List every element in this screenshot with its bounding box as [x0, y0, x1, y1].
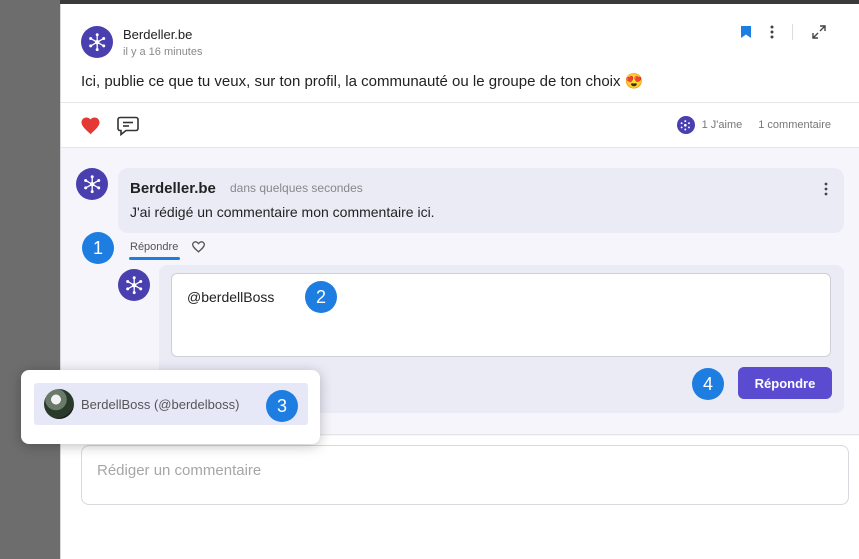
comment-icon[interactable] — [117, 116, 139, 141]
more-options-icon[interactable] — [762, 22, 782, 42]
post-header: Berdeller.be il y a 16 minutes — [81, 26, 202, 58]
commenter-avatar[interactable] — [76, 168, 108, 200]
comment-more-icon[interactable] — [824, 182, 828, 201]
reply-input[interactable]: @berdellBoss — [171, 273, 831, 357]
comment-like-heart-icon[interactable] — [191, 240, 206, 258]
overlay-backdrop[interactable] — [0, 0, 60, 559]
expand-icon[interactable] — [809, 22, 829, 42]
comment-author[interactable]: Berdeller.be — [130, 180, 216, 197]
step-badge-2: 2 — [305, 281, 337, 313]
network-logo-icon — [88, 33, 106, 51]
post-header-actions — [736, 22, 829, 42]
liker-avatar — [676, 116, 695, 134]
network-logo-icon — [125, 276, 143, 294]
comment-text: J'ai rédigé un commentaire mon commentai… — [130, 204, 435, 220]
like-heart-icon[interactable] — [81, 117, 101, 140]
post-timestamp: il y a 16 minutes — [123, 45, 203, 58]
comment-timestamp: dans quelques secondes — [230, 181, 363, 195]
comment-bubble: Berdeller.be dans quelques secondes J'ai… — [118, 168, 844, 233]
reply-input-value: @berdellBoss — [187, 289, 275, 305]
reaction-stats: 1 J'aime 1 commentaire — [676, 116, 831, 134]
header-separator — [792, 24, 793, 40]
reply-link[interactable]: Répondre — [130, 241, 178, 253]
network-logo-icon — [680, 119, 691, 131]
post-modal: Berdeller.be il y a 16 minutes Ici, publ… — [60, 4, 859, 559]
divider — [61, 102, 859, 103]
reply-author-avatar — [118, 269, 150, 301]
network-logo-icon — [83, 175, 101, 193]
mention-user-avatar — [44, 389, 74, 419]
mention-user-label: BerdellBoss (@berdelboss) — [81, 396, 240, 412]
new-comment-placeholder: Rédiger un commentaire — [97, 462, 262, 479]
post-author-name[interactable]: Berdeller.be — [123, 27, 202, 42]
reply-submit-button[interactable]: Répondre — [738, 367, 832, 399]
post-author-avatar[interactable] — [81, 26, 113, 58]
bookmark-icon[interactable] — [736, 22, 756, 42]
comments-count[interactable]: 1 commentaire — [758, 119, 831, 131]
reaction-bar — [81, 116, 139, 141]
step-badge-1: 1 — [82, 232, 114, 264]
post-body: Ici, publie ce que tu veux, sur ton prof… — [81, 73, 644, 90]
likes-count[interactable]: 1 J'aime — [702, 119, 743, 131]
step-badge-4: 4 — [692, 368, 724, 400]
reply-highlight-underline — [129, 257, 180, 260]
step-badge-3: 3 — [266, 390, 298, 422]
new-comment-input[interactable]: Rédiger un commentaire — [81, 445, 849, 505]
